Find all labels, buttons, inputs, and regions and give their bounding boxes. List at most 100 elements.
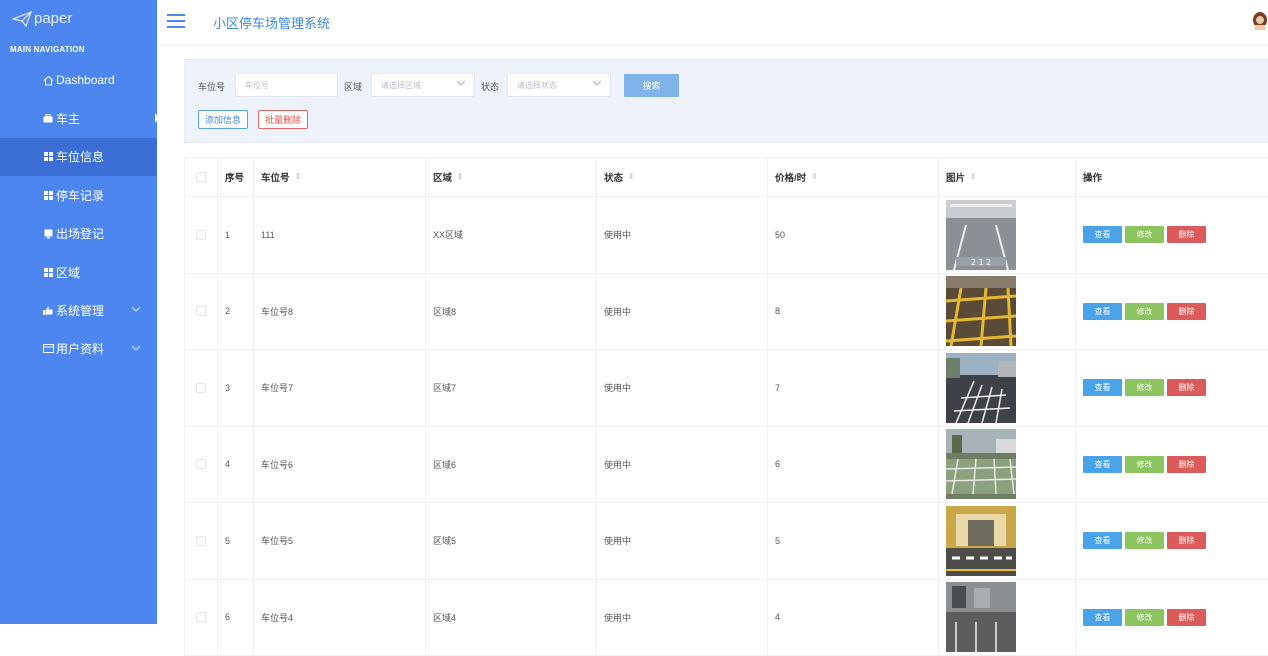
row-checkbox[interactable] bbox=[196, 459, 206, 469]
edit-button[interactable]: 修改 bbox=[1125, 532, 1164, 549]
parking-space-photo[interactable] bbox=[946, 582, 1016, 652]
edit-button[interactable]: 修改 bbox=[1125, 609, 1164, 626]
state-select[interactable]: 请选择状态 bbox=[507, 73, 611, 97]
delete-button[interactable]: 删除 bbox=[1167, 226, 1206, 243]
area-select[interactable]: 请选择区域 bbox=[371, 73, 475, 97]
cell-area: XX区域 bbox=[426, 197, 597, 273]
parking-space-photo[interactable] bbox=[946, 353, 1016, 423]
table-row: 1 111 XX区域 使用中 50 2 1 2 查看 修改 bbox=[184, 197, 1268, 274]
avatar[interactable] bbox=[1252, 12, 1268, 30]
cell-state: 使用中 bbox=[597, 503, 768, 579]
sort-icon[interactable]: ⇕ bbox=[628, 173, 635, 181]
cell-space-number: 车位号6 bbox=[254, 427, 426, 503]
batch-delete-button[interactable]: 批量删除 bbox=[258, 110, 308, 129]
cell-space-number: 车位号8 bbox=[254, 274, 426, 350]
space-number-label: 车位号 bbox=[198, 80, 225, 93]
cell-no: 2 bbox=[218, 274, 254, 350]
grid-icon bbox=[42, 191, 54, 200]
row-checkbox[interactable] bbox=[196, 612, 206, 622]
select-all-checkbox[interactable] bbox=[196, 172, 206, 182]
sidebar-item-label: 用户资料 bbox=[56, 340, 104, 357]
cell-space-number: 车位号5 bbox=[254, 503, 426, 579]
row-checkbox[interactable] bbox=[196, 383, 206, 393]
view-button[interactable]: 查看 bbox=[1083, 609, 1122, 626]
cell-price: 5 bbox=[768, 503, 939, 579]
delete-button[interactable]: 删除 bbox=[1167, 609, 1206, 626]
chevron-down-icon bbox=[592, 78, 602, 89]
cell-area: 区域8 bbox=[426, 274, 597, 350]
space-number-input[interactable]: 车位号 bbox=[235, 73, 338, 97]
grid-icon bbox=[42, 152, 54, 161]
thumbs-up-icon bbox=[42, 306, 54, 315]
edit-button[interactable]: 修改 bbox=[1125, 226, 1164, 243]
edit-button[interactable]: 修改 bbox=[1125, 456, 1164, 473]
logo[interactable]: paper bbox=[0, 0, 157, 37]
chevron-down-icon bbox=[131, 342, 141, 354]
paper-plane-icon bbox=[12, 11, 32, 27]
sidebar-item-area[interactable]: 区域 bbox=[0, 253, 157, 291]
header-space-number[interactable]: 车位号⇕ bbox=[254, 158, 426, 196]
add-info-button[interactable]: 添加信息 bbox=[198, 110, 248, 129]
menu-toggle-icon[interactable] bbox=[167, 14, 185, 28]
cell-state: 使用中 bbox=[597, 197, 768, 273]
header-price[interactable]: 价格/时⇕ bbox=[768, 158, 939, 196]
sort-icon[interactable]: ⇕ bbox=[970, 173, 977, 181]
cell-area: 区域6 bbox=[426, 427, 597, 503]
delete-button[interactable]: 删除 bbox=[1167, 303, 1206, 320]
sidebar-item-label: 出场登记 bbox=[56, 225, 104, 242]
table-row: 5 车位号5 区域5 使用中 5 查看 修改 删除 bbox=[184, 503, 1268, 580]
header-area[interactable]: 区域⇕ bbox=[426, 158, 597, 196]
delete-button[interactable]: 删除 bbox=[1167, 379, 1206, 396]
table-row: 3 车位号7 区域7 使用中 7 查看 修改 删除 bbox=[184, 350, 1268, 427]
table-row: 2 车位号8 区域8 使用中 8 查看 修改 删除 bbox=[184, 274, 1268, 351]
view-button[interactable]: 查看 bbox=[1083, 379, 1122, 396]
cell-area: 区域7 bbox=[426, 350, 597, 426]
cell-no: 6 bbox=[218, 580, 254, 656]
sidebar-item-exit-register[interactable]: 出场登记 bbox=[0, 215, 157, 253]
sidebar-item-space-info[interactable]: 车位信息 bbox=[0, 138, 170, 176]
cell-space-number: 车位号7 bbox=[254, 350, 426, 426]
delete-button[interactable]: 删除 bbox=[1167, 532, 1206, 549]
sidebar-item-owner[interactable]: 车主 bbox=[0, 99, 157, 137]
header-state[interactable]: 状态⇕ bbox=[597, 158, 768, 196]
sidebar: paper MAIN NAVIGATION Dashboard 车主 车位信息 … bbox=[0, 0, 157, 624]
sort-icon[interactable]: ⇕ bbox=[457, 173, 464, 181]
sidebar-item-parking-record[interactable]: 停车记录 bbox=[0, 176, 157, 214]
chevron-down-icon bbox=[131, 303, 141, 315]
sidebar-item-label: Dashboard bbox=[56, 73, 115, 87]
cell-no: 5 bbox=[218, 503, 254, 579]
cell-price: 8 bbox=[768, 274, 939, 350]
parking-space-photo[interactable] bbox=[946, 506, 1016, 576]
cell-state: 使用中 bbox=[597, 427, 768, 503]
search-button[interactable]: 搜索 bbox=[624, 74, 679, 97]
row-checkbox[interactable] bbox=[196, 536, 206, 546]
grid-icon bbox=[42, 268, 54, 277]
parking-space-photo[interactable]: 2 1 2 bbox=[946, 200, 1016, 270]
row-checkbox[interactable] bbox=[196, 230, 206, 240]
sidebar-item-dashboard[interactable]: Dashboard bbox=[0, 61, 157, 99]
row-checkbox[interactable] bbox=[196, 306, 206, 316]
view-button[interactable]: 查看 bbox=[1083, 226, 1122, 243]
parking-space-photo[interactable] bbox=[946, 276, 1016, 346]
sort-icon[interactable]: ⇕ bbox=[811, 173, 818, 181]
sidebar-item-label: 车主 bbox=[56, 110, 80, 127]
state-label: 状态 bbox=[481, 80, 499, 93]
edit-button[interactable]: 修改 bbox=[1125, 379, 1164, 396]
sidebar-item-system-management[interactable]: 系统管理 bbox=[0, 291, 157, 329]
view-button[interactable]: 查看 bbox=[1083, 456, 1122, 473]
sidebar-item-label: 区域 bbox=[56, 264, 80, 281]
view-button[interactable]: 查看 bbox=[1083, 303, 1122, 320]
delete-button[interactable]: 删除 bbox=[1167, 456, 1206, 473]
edit-button[interactable]: 修改 bbox=[1125, 303, 1164, 320]
briefcase-icon bbox=[42, 114, 54, 123]
sidebar-item-user-profile[interactable]: 用户资料 bbox=[0, 330, 157, 368]
header-image[interactable]: 图片⇕ bbox=[939, 158, 1076, 196]
view-button[interactable]: 查看 bbox=[1083, 532, 1122, 549]
cell-no: 4 bbox=[218, 427, 254, 503]
sort-icon[interactable]: ⇕ bbox=[295, 173, 302, 181]
cell-space-number: 111 bbox=[254, 197, 426, 273]
header-no: 序号 bbox=[218, 158, 254, 196]
chevron-down-icon bbox=[456, 78, 466, 89]
parking-space-table: 序号 车位号⇕ 区域⇕ 状态⇕ 价格/时⇕ 图片⇕ 操作 1 111 XX区域 … bbox=[184, 157, 1268, 656]
parking-space-photo[interactable] bbox=[946, 429, 1016, 499]
